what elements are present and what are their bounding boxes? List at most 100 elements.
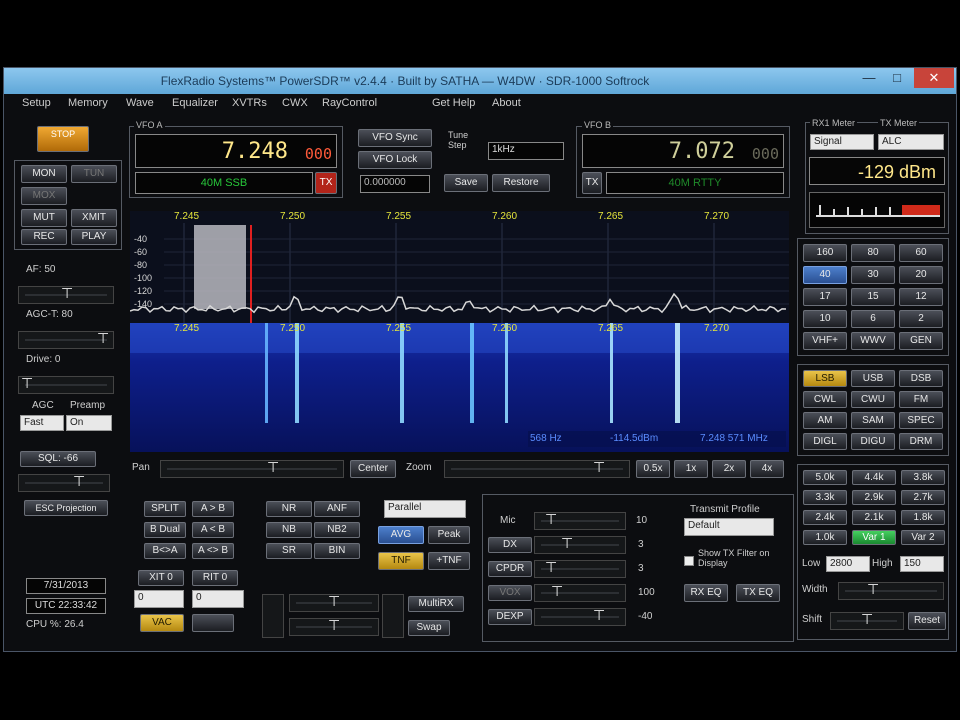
filter-low-input[interactable]: 2800 <box>826 556 870 572</box>
mode-button-lsb[interactable]: LSB <box>803 370 847 387</box>
rx-pan-slider-2[interactable]: ⊤ <box>289 618 379 636</box>
rx-meter-select[interactable]: Signal <box>810 134 874 150</box>
mode-button-cwl[interactable]: CWL <box>803 391 847 408</box>
zoom-0-5x-button[interactable]: 0.5x <box>636 460 670 478</box>
filter-button-4-4k[interactable]: 4.4k <box>852 470 896 485</box>
rx2-gain-slider[interactable] <box>382 594 404 638</box>
dexp-button[interactable]: DEXP <box>488 609 532 625</box>
zoom-1x-button[interactable]: 1x <box>674 460 708 478</box>
band-button-20[interactable]: 20 <box>899 266 943 284</box>
menu-memory[interactable]: Memory <box>68 97 108 109</box>
mode-button-am[interactable]: AM <box>803 412 847 429</box>
minimize-button[interactable]: — <box>856 68 882 88</box>
mox-button[interactable]: MOX <box>21 187 67 205</box>
mode-button-cwu[interactable]: CWU <box>851 391 895 408</box>
mode-button-sam[interactable]: SAM <box>851 412 895 429</box>
restore-button[interactable]: Restore <box>492 174 550 192</box>
band-button-vhf-[interactable]: VHF+ <box>803 332 847 350</box>
vox-button[interactable]: VOX <box>488 585 532 601</box>
transmit-profile-select[interactable]: Default <box>684 518 774 536</box>
menu-cwx[interactable]: CWX <box>282 97 308 109</box>
filter-button-2-7k[interactable]: 2.7k <box>901 490 945 505</box>
show-tx-filter-checkbox[interactable] <box>684 556 694 566</box>
mode-button-spec[interactable]: SPEC <box>899 412 943 429</box>
dx-slider[interactable]: ⊤ <box>534 536 626 554</box>
swap-rx-button[interactable]: Swap <box>408 620 450 636</box>
filter-button-var-1[interactable]: Var 1 <box>852 530 896 545</box>
rec-button[interactable]: REC <box>21 229 67 245</box>
filter-button-2-9k[interactable]: 2.9k <box>852 490 896 505</box>
vfo-b-display[interactable]: 7.072 000 <box>582 134 784 168</box>
band-button-40[interactable]: 40 <box>803 266 847 284</box>
preamp-select[interactable]: On <box>66 415 112 431</box>
menu-get-help[interactable]: Get Help <box>432 97 475 109</box>
blank-button[interactable] <box>192 614 234 632</box>
rx-pan-slider-1[interactable]: ⊤ <box>289 594 379 612</box>
sql-slider[interactable]: ⊤ <box>18 474 110 492</box>
filter-button-5-0k[interactable]: 5.0k <box>803 470 847 485</box>
band-button-160[interactable]: 160 <box>803 244 847 262</box>
swap-b-a-button[interactable]: B<>A <box>144 543 186 559</box>
menu-setup[interactable]: Setup <box>22 97 51 109</box>
drive-slider[interactable]: ⊤ <box>18 376 114 394</box>
rit-input[interactable]: 0 <box>192 590 244 608</box>
filter-reset-button[interactable]: Reset <box>908 612 946 630</box>
nb2-button[interactable]: NB2 <box>314 522 360 538</box>
filter-width-slider[interactable]: ⊤ <box>838 582 944 600</box>
center-button[interactable]: Center <box>350 460 396 478</box>
display-mode-select[interactable]: Parallel <box>384 500 466 518</box>
cpdr-slider[interactable]: ⊤ <box>534 560 626 578</box>
band-button-80[interactable]: 80 <box>851 244 895 262</box>
menu-raycontrol[interactable]: RayControl <box>322 97 377 109</box>
anf-button[interactable]: ANF <box>314 501 360 517</box>
menu-wave[interactable]: Wave <box>126 97 154 109</box>
zoom-2x-button[interactable]: 2x <box>712 460 746 478</box>
filter-high-input[interactable]: 150 <box>900 556 944 572</box>
vfo-lock-button[interactable]: VFO Lock <box>358 151 432 169</box>
a-to-b-button[interactable]: A > B <box>192 501 234 517</box>
nb-button[interactable]: NB <box>266 522 312 538</box>
af-slider[interactable]: ⊤ <box>18 286 114 304</box>
panadapter[interactable] <box>129 211 789 323</box>
dexp-slider[interactable]: ⊤ <box>534 608 626 626</box>
save-button[interactable]: Save <box>444 174 488 192</box>
mode-button-fm[interactable]: FM <box>899 391 943 408</box>
menu-equalizer[interactable]: Equalizer <box>172 97 218 109</box>
sql-button[interactable]: SQL: -66 <box>20 451 96 467</box>
menu-xvtrs[interactable]: XVTRs <box>232 97 267 109</box>
tx-eq-button[interactable]: TX EQ <box>736 584 780 602</box>
esc-projection-button[interactable]: ESC Projection <box>24 500 108 516</box>
panadapter-graph[interactable] <box>129 211 789 323</box>
close-button[interactable]: ✕ <box>914 68 954 88</box>
cpdr-button[interactable]: CPDR <box>488 561 532 577</box>
filter-button-3-3k[interactable]: 3.3k <box>803 490 847 505</box>
vfo-b-tx-button[interactable]: TX <box>582 172 602 194</box>
agc-t-slider[interactable]: ⊤ <box>18 331 114 349</box>
waterfall[interactable]: 568 Hz -114.5dBm 7.248 571 MHz <box>130 323 789 452</box>
band-button-30[interactable]: 30 <box>851 266 895 284</box>
sr-button[interactable]: SR <box>266 543 312 559</box>
band-button-15[interactable]: 15 <box>851 288 895 306</box>
xmit-button[interactable]: XMIT <box>71 209 117 227</box>
b-dual-button[interactable]: B Dual <box>144 522 186 538</box>
filter-shift-slider[interactable]: ⊤ <box>830 612 904 630</box>
band-button-wwv[interactable]: WWV <box>851 332 895 350</box>
band-button-gen[interactable]: GEN <box>899 332 943 350</box>
tx-meter-select[interactable]: ALC <box>878 134 944 150</box>
b-to-a-button[interactable]: A < B <box>192 522 234 538</box>
filter-button-2-1k[interactable]: 2.1k <box>852 510 896 525</box>
vfo-a-tx-button[interactable]: TX <box>315 172 337 194</box>
filter-button-3-8k[interactable]: 3.8k <box>901 470 945 485</box>
band-button-12[interactable]: 12 <box>899 288 943 306</box>
multirx-button[interactable]: MultiRX <box>408 596 464 612</box>
band-button-60[interactable]: 60 <box>899 244 943 262</box>
mut-button[interactable]: MUT <box>21 209 67 227</box>
pan-slider[interactable]: ⊤ <box>160 460 344 478</box>
xit-button[interactable]: XIT 0 <box>138 570 184 586</box>
band-button-17[interactable]: 17 <box>803 288 847 306</box>
band-button-10[interactable]: 10 <box>803 310 847 328</box>
vfo-a-display[interactable]: 7.248 000 <box>135 134 337 168</box>
tnf-plus-button[interactable]: +TNF <box>428 552 470 570</box>
mode-button-digl[interactable]: DIGL <box>803 433 847 450</box>
bin-button[interactable]: BIN <box>314 543 360 559</box>
